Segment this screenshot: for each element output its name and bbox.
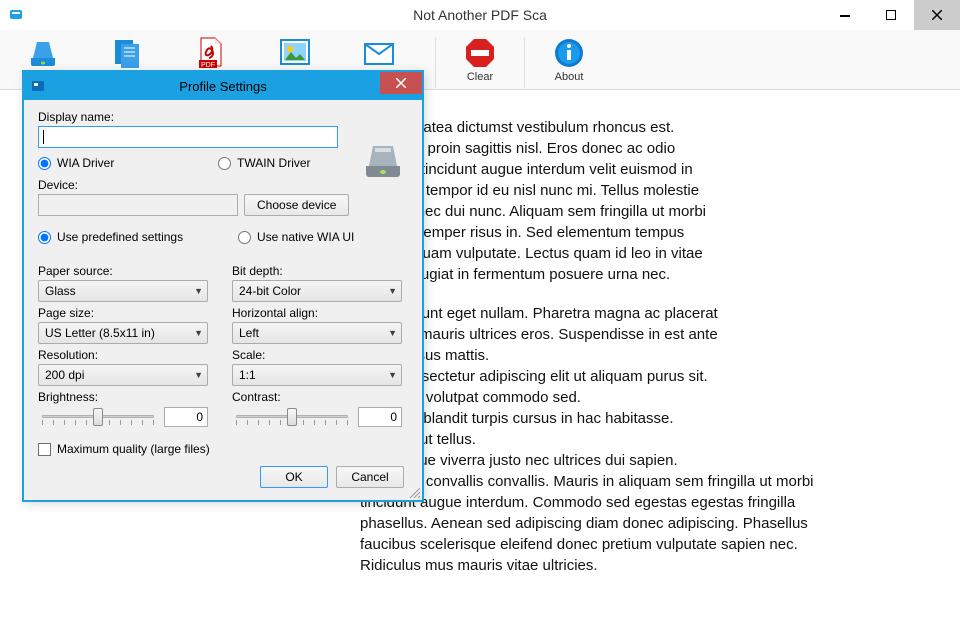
info-icon [549, 35, 589, 71]
combo-value: Glass [45, 284, 76, 298]
ok-button[interactable]: OK [260, 466, 328, 488]
minimize-button[interactable] [822, 0, 868, 30]
max-quality-checkbox[interactable]: Maximum quality (large files) [38, 442, 408, 456]
checkbox-label: Maximum quality (large files) [57, 442, 210, 456]
bit-depth-combo[interactable]: 24-bit Color ▼ [232, 280, 402, 302]
documents-icon [107, 35, 147, 71]
dialog-icon [30, 78, 46, 94]
paper-source-label: Paper source: [38, 264, 214, 278]
twain-driver-radio[interactable]: TWAIN Driver [218, 156, 311, 170]
radio-label: Use native WIA UI [257, 230, 354, 244]
contrast-slider[interactable] [232, 406, 352, 428]
resize-grip[interactable] [408, 486, 420, 498]
combo-value: US Letter (8.5x11 in) [45, 326, 155, 340]
scale-combo[interactable]: 1:1 ▼ [232, 364, 402, 386]
maximize-button[interactable] [868, 0, 914, 30]
main-titlebar: Not Another PDF Sca [0, 0, 960, 30]
predefined-settings-radio[interactable]: Use predefined settings [38, 230, 238, 244]
brightness-slider[interactable] [38, 406, 158, 428]
image-icon [275, 35, 315, 71]
scale-label: Scale: [232, 348, 408, 362]
radio-input[interactable] [38, 231, 51, 244]
radio-input[interactable] [218, 157, 231, 170]
profile-settings-dialog: Profile Settings Display name: WIA Drive… [22, 70, 424, 502]
preview-paragraph: bitasse platea dictumst vestibulum rhonc… [360, 117, 860, 285]
dialog-title: Profile Settings [179, 79, 266, 94]
wia-driver-radio[interactable]: WIA Driver [38, 156, 218, 170]
scanner-icon [23, 35, 63, 71]
scanner-icon [362, 138, 404, 183]
separator [524, 38, 525, 88]
email-icon [359, 35, 399, 71]
page-size-label: Page size: [38, 306, 214, 320]
display-name-label: Display name: [38, 110, 408, 124]
paper-source-combo[interactable]: Glass ▼ [38, 280, 208, 302]
device-input[interactable] [38, 194, 238, 216]
combo-value: 1:1 [239, 368, 256, 382]
contrast-value[interactable] [358, 407, 402, 427]
contrast-label: Contrast: [232, 390, 408, 404]
stop-icon [460, 35, 500, 71]
separator [435, 38, 436, 88]
radio-label: Use predefined settings [57, 230, 183, 244]
chevron-down-icon: ▼ [194, 328, 203, 338]
device-label: Device: [38, 178, 408, 192]
chevron-down-icon: ▼ [194, 370, 203, 380]
app-icon [8, 7, 24, 23]
about-button[interactable]: About [541, 35, 597, 83]
window-controls [822, 0, 960, 30]
dialog-titlebar[interactable]: Profile Settings [24, 72, 422, 100]
window-title: Not Another PDF Sca [413, 7, 547, 23]
chevron-down-icon: ▼ [388, 286, 397, 296]
choose-device-button[interactable]: Choose device [244, 194, 349, 216]
combo-value: 24-bit Color [239, 284, 301, 298]
toolbar-label: About [555, 71, 584, 83]
display-name-input[interactable] [38, 126, 338, 148]
pdf-icon: PDF [191, 35, 231, 71]
checkbox-icon[interactable] [38, 443, 51, 456]
svg-text:PDF: PDF [201, 62, 215, 69]
chevron-down-icon: ▼ [388, 370, 397, 380]
chevron-down-icon: ▼ [194, 286, 203, 296]
halign-combo[interactable]: Left ▼ [232, 322, 402, 344]
resolution-combo[interactable]: 200 dpi ▼ [38, 364, 208, 386]
combo-value: Left [239, 326, 259, 340]
native-wia-radio[interactable]: Use native WIA UI [238, 230, 354, 244]
radio-label: TWAIN Driver [237, 156, 311, 170]
toolbar-label: Clear [467, 71, 493, 83]
cancel-button[interactable]: Cancel [336, 466, 404, 488]
brightness-value[interactable] [164, 407, 208, 427]
combo-value: 200 dpi [45, 368, 84, 382]
resolution-label: Resolution: [38, 348, 214, 362]
radio-input[interactable] [238, 231, 251, 244]
clear-button[interactable]: Clear [452, 35, 508, 83]
bit-depth-label: Bit depth: [232, 264, 408, 278]
radio-label: WIA Driver [57, 156, 114, 170]
brightness-label: Brightness: [38, 390, 214, 404]
chevron-down-icon: ▼ [388, 328, 397, 338]
page-size-combo[interactable]: US Letter (8.5x11 in) ▼ [38, 322, 208, 344]
halign-label: Horizontal align: [232, 306, 408, 320]
dialog-close-button[interactable] [380, 72, 422, 94]
close-button[interactable] [914, 0, 960, 30]
preview-paragraph: nisl tincidunt eget nullam. Pharetra mag… [360, 303, 860, 576]
radio-input[interactable] [38, 157, 51, 170]
